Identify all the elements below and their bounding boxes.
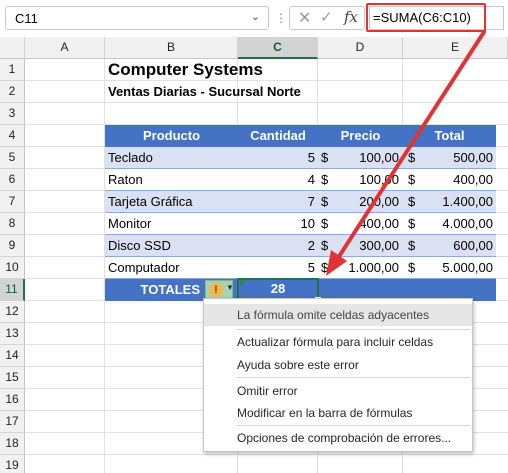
row-header-16[interactable]: 16 — [0, 389, 25, 411]
enter-icon[interactable]: ✓ — [320, 8, 333, 26]
menu-separator — [236, 377, 470, 378]
cell-cantidad[interactable]: 5 — [238, 147, 315, 169]
row-header-8[interactable]: 8 — [0, 213, 25, 235]
formula-buttons: ✕ ✓ fx — [289, 6, 365, 30]
menu-item-ignore[interactable]: Omitir error — [204, 380, 472, 402]
menu-item-label: Opciones de comprobación de errores... — [237, 431, 452, 445]
table-header-total: Total — [403, 125, 496, 147]
row-header-7[interactable]: 7 — [0, 191, 25, 213]
cell-producto[interactable]: Computador — [108, 257, 236, 279]
row-header-15[interactable]: 15 — [0, 367, 25, 389]
sheet-subtitle: Ventas Diarias - Sucursal Norte — [108, 84, 301, 99]
cell-producto[interactable]: Tarjeta Gráfica — [108, 191, 236, 213]
function-icon[interactable]: fx — [344, 8, 358, 26]
error-options-button[interactable]: ! ▼ — [205, 280, 234, 300]
cell-precio[interactable]: 200,00 — [332, 191, 399, 213]
row-header-11[interactable]: 11 — [0, 279, 25, 301]
row-header-12[interactable]: 12 — [0, 301, 25, 323]
grid-row-line — [25, 454, 508, 455]
table-header-precio: Precio — [318, 125, 403, 147]
menu-item-edit-formula-bar[interactable]: Modificar en la barra de fórmulas — [204, 402, 472, 424]
row-header-17[interactable]: 17 — [0, 411, 25, 433]
formula-bar-area: C11 ⌄ ⋮ ✕ ✓ fx =SUMA(C6:C10) — [0, 0, 508, 36]
row-header-19[interactable]: 19 — [0, 455, 25, 473]
row-header-10[interactable]: 10 — [0, 257, 25, 279]
cell-cantidad[interactable]: 7 — [238, 191, 315, 213]
cell-total[interactable]: 4.000,00 — [418, 213, 493, 235]
cell-cantidad[interactable]: 2 — [238, 235, 315, 257]
menu-item-label: Modificar en la barra de fórmulas — [237, 406, 413, 420]
menu-item-error-options[interactable]: Opciones de comprobación de errores... — [204, 427, 472, 449]
select-all-corner[interactable] — [0, 37, 25, 59]
cell-producto[interactable]: Monitor — [108, 213, 236, 235]
column-header-e[interactable]: E — [403, 37, 508, 59]
cell-precio[interactable]: 100,00 — [332, 169, 399, 191]
totals-label: TOTALES — [140, 282, 200, 297]
row-header-18[interactable]: 18 — [0, 433, 25, 455]
cell-total[interactable]: 1.400,00 — [418, 191, 493, 213]
row-header-6[interactable]: 6 — [0, 169, 25, 191]
menu-item-label: Omitir error — [237, 384, 298, 398]
menu-header: La fórmula omite celdas adyacentes — [204, 304, 472, 326]
row-header-2[interactable]: 2 — [0, 81, 25, 103]
cancel-icon[interactable]: ✕ — [298, 8, 311, 28]
table-header-producto: Producto — [105, 125, 238, 147]
row-header-1[interactable]: 1 — [0, 59, 25, 81]
cell-producto[interactable]: Teclado — [108, 147, 236, 169]
cell-cantidad[interactable]: 5 — [238, 257, 315, 279]
cell-total[interactable]: 600,00 — [418, 235, 493, 257]
row-header-9[interactable]: 9 — [0, 235, 25, 257]
menu-item-label: Actualizar fórmula para incluir celdas — [237, 335, 434, 349]
error-warning-icon: ! — [209, 283, 223, 297]
menu-separator — [236, 425, 470, 426]
cell-producto[interactable]: Disco SSD — [108, 235, 236, 257]
cell-cantidad[interactable]: 4 — [238, 169, 315, 191]
cell-total[interactable]: 400,00 — [418, 169, 493, 191]
row-header-4[interactable]: 4 — [0, 125, 25, 147]
formula-highlight-box — [366, 3, 486, 32]
cell-precio[interactable]: 400,00 — [332, 213, 399, 235]
column-header-a[interactable]: A — [25, 37, 105, 59]
cell-total[interactable]: 5.000,00 — [418, 257, 493, 279]
column-header-d[interactable]: D — [318, 37, 403, 59]
menu-separator — [236, 329, 470, 330]
menu-item-help[interactable]: Ayuda sobre este error — [204, 354, 472, 376]
row-header-14[interactable]: 14 — [0, 345, 25, 367]
drag-handle-icon[interactable]: ⋮ — [275, 11, 287, 25]
menu-item-label: Ayuda sobre este error — [237, 358, 359, 372]
name-box[interactable]: C11 ⌄ — [5, 6, 269, 30]
row-header-3[interactable]: 3 — [0, 103, 25, 125]
table-header-cantidad: Cantidad — [238, 125, 318, 147]
cell-total[interactable]: 500,00 — [418, 147, 493, 169]
error-context-menu: La fórmula omite celdas adyacentes Actua… — [203, 298, 473, 452]
row-header-5[interactable]: 5 — [0, 147, 25, 169]
column-header-b[interactable]: B — [105, 37, 238, 59]
cell-cantidad[interactable]: 10 — [238, 213, 315, 235]
cell-precio[interactable]: 100,00 — [332, 147, 399, 169]
menu-item-update-formula[interactable]: Actualizar fórmula para incluir celdas — [204, 331, 472, 353]
error-indicator-flag — [240, 280, 246, 286]
name-box-value: C11 — [15, 11, 38, 26]
row-header-13[interactable]: 13 — [0, 323, 25, 345]
sheet-title: Computer Systems — [108, 60, 263, 79]
cell-producto[interactable]: Raton — [108, 169, 236, 191]
column-header-c[interactable]: C — [238, 37, 318, 59]
dropdown-caret-icon: ▼ — [226, 283, 234, 292]
cell-precio[interactable]: 300,00 — [332, 235, 399, 257]
chevron-down-icon[interactable]: ⌄ — [251, 10, 260, 23]
cell-precio[interactable]: 1.000,00 — [332, 257, 399, 279]
